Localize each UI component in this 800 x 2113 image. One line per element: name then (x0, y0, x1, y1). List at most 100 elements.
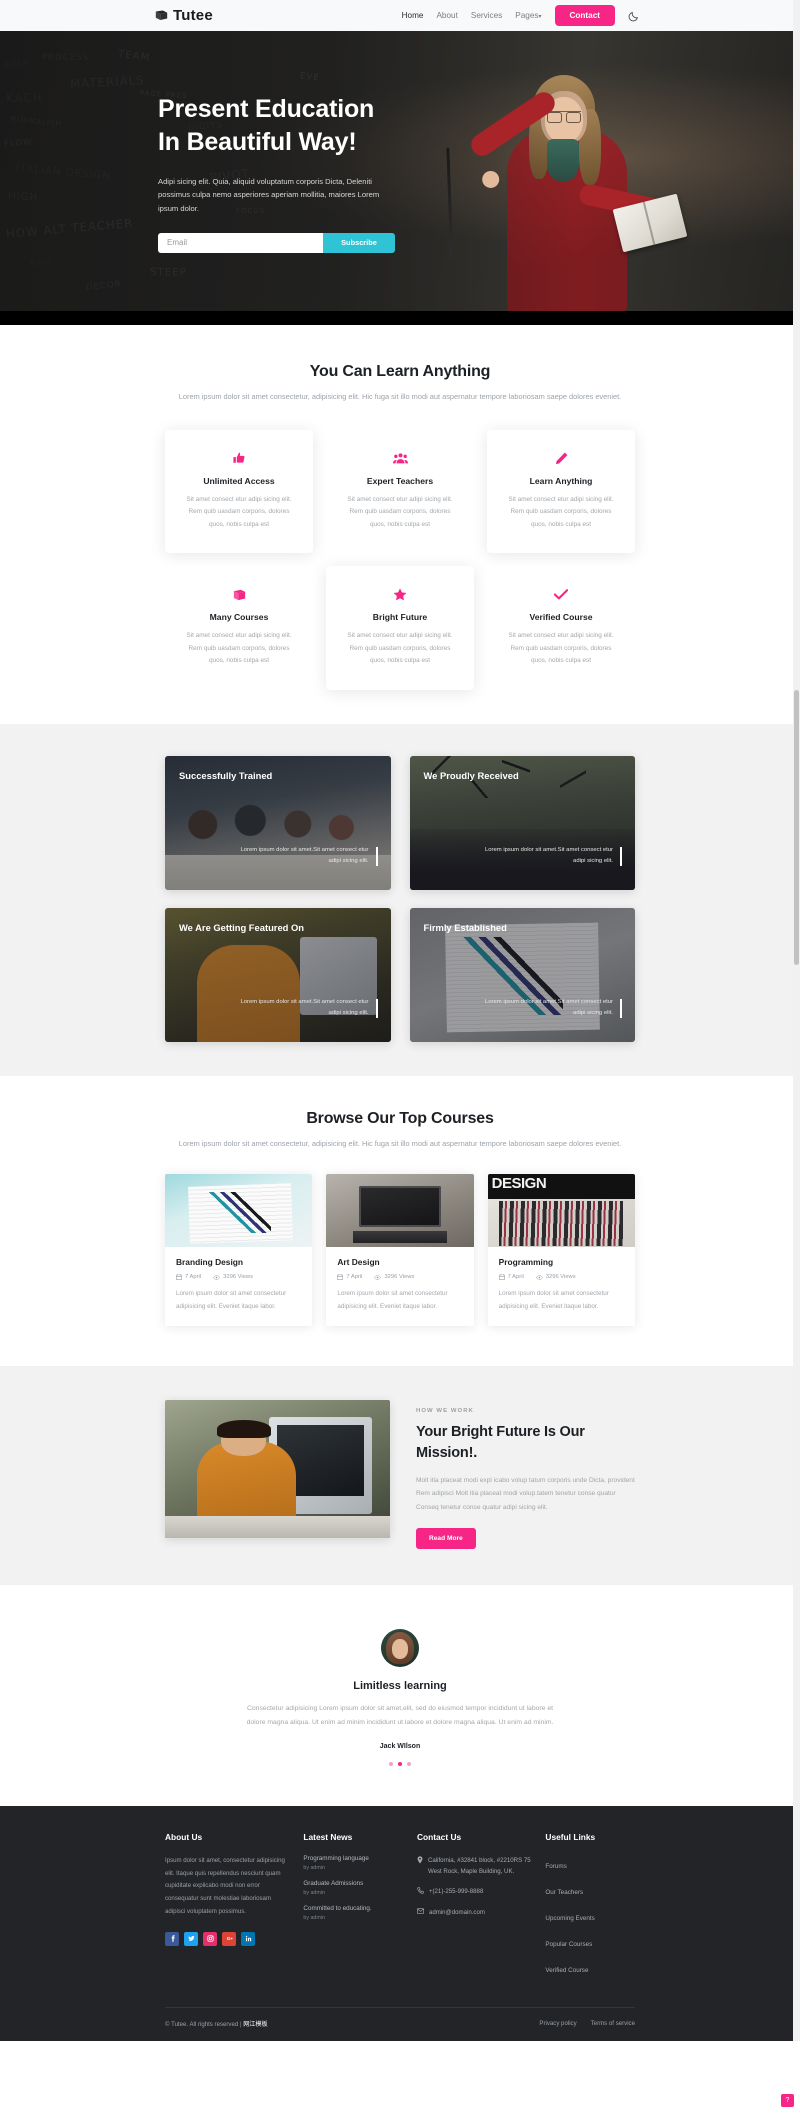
course-date: 7 April (337, 1274, 362, 1280)
eye-icon (213, 1275, 221, 1280)
feature-card[interactable]: Expert Teachers Sit amet consect etur ad… (326, 429, 474, 554)
footer-contact-heading: Contact Us (416, 1831, 462, 1842)
gallery-caption: Lorem ipsum dolor sit amet.Sit amet cons… (472, 997, 622, 1019)
feature-card[interactable]: Verified Course Sit amet consect etur ad… (487, 566, 635, 690)
course-text: Lorem ipsum dolor sit amet consectetur a… (337, 1290, 448, 1310)
footer-link[interactable]: Upcoming Events (545, 1915, 594, 1922)
svg-text:G: G (226, 1936, 230, 1942)
star-icon (342, 586, 458, 603)
gallery-card[interactable]: We Are Getting Featured On Lorem ipsum d… (165, 907, 391, 1042)
pencil-icon (503, 450, 619, 467)
scrollbar-thumb[interactable] (794, 690, 799, 965)
news-item[interactable]: Committed to educating. by admin (303, 1905, 403, 1921)
news-title[interactable]: Programming language (303, 1855, 403, 1862)
credit-link[interactable]: 网江模板 (243, 2021, 267, 2028)
chevron-down-icon: ▾ (538, 14, 542, 20)
news-title[interactable]: Committed to educating. (303, 1905, 403, 1912)
nav-link-pages[interactable]: Pages▾ (515, 11, 541, 20)
news-title[interactable]: Graduate Admissions (303, 1880, 403, 1887)
feature-card[interactable]: Bright Future Sit amet consect etur adip… (326, 566, 474, 690)
feature-text: Sit amet consect etur adipi sicing elit.… (508, 632, 614, 665)
course-meta: 7 April 3296 Views (176, 1274, 301, 1280)
facebook-icon[interactable] (165, 1931, 179, 1946)
book-icon (181, 586, 297, 603)
carousel-dot-active[interactable] (398, 1761, 402, 1766)
footer-link[interactable]: Popular Courses (545, 1941, 592, 1948)
course-date: 7 April (498, 1274, 524, 1280)
course-title: Programming (498, 1257, 554, 1268)
carousel-dots (0, 1761, 800, 1766)
gallery-card[interactable]: Firmly Established Lorem ipsum dolor sit… (409, 907, 635, 1042)
gallery-card[interactable]: Successfully Trained Lorem ipsum dolor s… (165, 755, 391, 890)
moon-icon[interactable] (628, 10, 640, 22)
navbar: Tutee Home About Services Pages▾ Contact (0, 0, 800, 31)
brand-logo[interactable]: Tutee (155, 7, 213, 24)
twitter-icon[interactable] (184, 1931, 198, 1946)
news-item[interactable]: Programming language by admin (303, 1855, 403, 1871)
linkedin-icon[interactable] (241, 1931, 255, 1946)
course-card[interactable]: Branding Design 7 April 3296 Views Lorem… (165, 1174, 313, 1327)
courses-section: Browse Our Top Courses Lorem ipsum dolor… (0, 1075, 800, 1367)
course-card[interactable]: DESIGN Programming 7 April 3296 Views Lo… (487, 1174, 635, 1327)
hero-bottom-strip (0, 311, 800, 325)
feature-title: Expert Teachers (366, 475, 434, 486)
hero-title-line1: Present Education (158, 95, 375, 123)
footer-about-heading: About Us (165, 1831, 203, 1842)
hero-paragraph: Adipi sicing elit. Quia, aliquid volupta… (158, 177, 380, 213)
news-item[interactable]: Graduate Admissions by admin (303, 1880, 403, 1896)
courses-subheading: Lorem ipsum dolor sit amet consectetur, … (178, 1138, 622, 1148)
terms-of-service-link[interactable]: Terms of service (591, 2020, 635, 2027)
subscribe-form: Subscribe (158, 232, 800, 253)
feature-text: Sit amet consect etur adipi sicing elit.… (347, 632, 453, 665)
course-text: Lorem ipsum dolor sit amet consectetur a… (498, 1290, 609, 1310)
instagram-icon[interactable] (203, 1931, 217, 1946)
nav-link-services[interactable]: Services (471, 11, 502, 20)
gallery-title: Successfully Trained (179, 769, 273, 781)
subscribe-button[interactable]: Subscribe (323, 232, 395, 253)
feature-card[interactable]: Unlimited Access Sit amet consect etur a… (165, 429, 313, 554)
gallery-title: We Proudly Received (423, 769, 519, 781)
course-thumbnail (326, 1174, 474, 1248)
mission-kicker: HOW WE WORK (416, 1408, 474, 1415)
footer-link[interactable]: Forums (545, 1863, 566, 1870)
course-card[interactable]: Art Design 7 April 3296 Views Lorem ipsu… (326, 1174, 474, 1327)
avatar (381, 1629, 419, 1668)
footer-link[interactable]: Our Teachers (545, 1889, 583, 1896)
read-more-button[interactable]: Read More (416, 1528, 476, 1550)
help-badge[interactable]: ? (781, 2094, 794, 2107)
thumbs-up-icon (181, 450, 297, 467)
footer-link[interactable]: Verified Course (545, 1967, 588, 1974)
users-icon (342, 450, 458, 467)
google-plus-icon[interactable]: G (222, 1931, 236, 1946)
privacy-policy-link[interactable]: Privacy policy (539, 2020, 576, 2027)
nav-links: Home About Services Pages▾ Contact (402, 5, 640, 26)
contact-button[interactable]: Contact (554, 5, 615, 26)
feature-card[interactable]: Learn Anything Sit amet consect etur adi… (487, 429, 635, 554)
feature-title: Learn Anything (529, 475, 593, 486)
news-author: by admin (303, 1889, 325, 1896)
scrollbar-track[interactable] (793, 0, 800, 2041)
course-title: Art Design (337, 1257, 380, 1268)
courses-heading: Browse Our Top Courses (306, 1109, 494, 1127)
calendar-icon (337, 1274, 344, 1281)
carousel-dot[interactable] (389, 1761, 393, 1766)
email-input[interactable] (158, 232, 323, 253)
course-meta: 7 April 3296 Views (337, 1274, 462, 1280)
gallery-card[interactable]: We Proudly Received Lorem ipsum dolor si… (409, 755, 635, 890)
footer: About Us Ipsum dolor sit amet, consectet… (0, 1805, 800, 2041)
nav-link-about[interactable]: About (436, 11, 457, 20)
learn-heading-block: You Can Learn Anything Lorem ipsum dolor… (0, 363, 800, 404)
testimonial-author: Jack WIlson (379, 1742, 421, 1750)
footer-contact-column: Contact Us California, #32841 block, #22… (417, 1832, 531, 1985)
footer-links-column: Useful Links Forums Our Teachers Upcomin… (545, 1832, 635, 1985)
feature-card[interactable]: Many Courses Sit amet consect etur adipi… (165, 566, 313, 690)
brand-name: Tutee (173, 7, 213, 24)
courses-grid: Branding Design 7 April 3296 Views Lorem… (165, 1174, 635, 1327)
social-links: G (165, 1931, 289, 1946)
check-icon (503, 586, 619, 603)
nav-link-home[interactable]: Home (402, 11, 424, 20)
course-date: 7 April (176, 1274, 201, 1280)
feature-text: Sit amet consect etur adipi sicing elit.… (347, 495, 453, 528)
carousel-dot[interactable] (407, 1761, 411, 1766)
calendar-icon (176, 1274, 182, 1281)
